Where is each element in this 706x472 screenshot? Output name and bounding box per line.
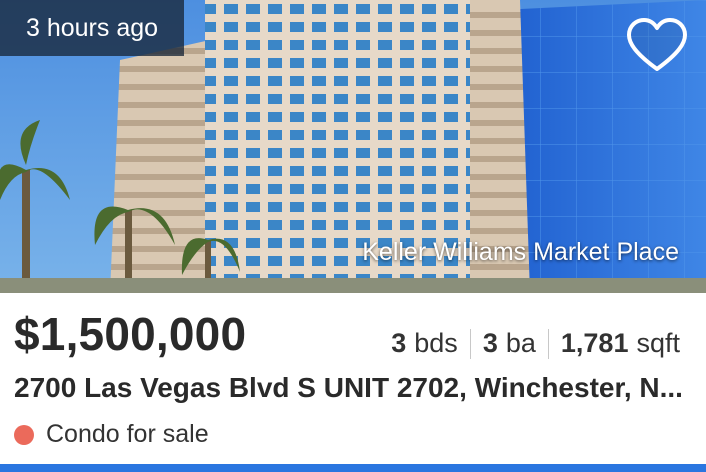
sqft-value: 1,781 — [560, 328, 629, 358]
baths-stat: 3 ba — [483, 328, 536, 359]
listing-photo[interactable]: 3 hours ago Keller Williams Market Place — [0, 0, 706, 293]
beds-value: 3 — [391, 328, 407, 358]
sqft-stat: 1,781 sqft — [561, 328, 680, 359]
listing-price: $1,500,000 — [14, 308, 247, 360]
sqft-unit: sqft — [636, 328, 680, 358]
status-label: Condo for sale — [46, 420, 209, 448]
listing-stats: 3 bds 3 ba 1,781 sqft — [391, 328, 680, 359]
listing-status: Condo for sale — [14, 420, 209, 449]
heart-outline-icon — [627, 18, 687, 71]
beds-stat: 3 bds — [391, 328, 458, 359]
stat-divider — [469, 328, 471, 359]
beds-unit: bds — [414, 328, 458, 358]
time-posted-badge: 3 hours ago — [0, 0, 185, 56]
broker-name: Keller Williams Market Place — [362, 238, 679, 266]
listing-address[interactable]: 2700 Las Vegas Blvd S UNIT 2702, Winches… — [14, 372, 686, 404]
card-bottom-accent — [0, 464, 706, 472]
favorite-button[interactable] — [625, 17, 689, 75]
baths-unit: ba — [505, 328, 536, 358]
baths-value: 3 — [482, 328, 498, 358]
listing-card[interactable]: 3 hours ago Keller Williams Market Place… — [0, 0, 706, 472]
status-dot-icon — [14, 424, 34, 445]
stat-divider — [547, 328, 549, 359]
